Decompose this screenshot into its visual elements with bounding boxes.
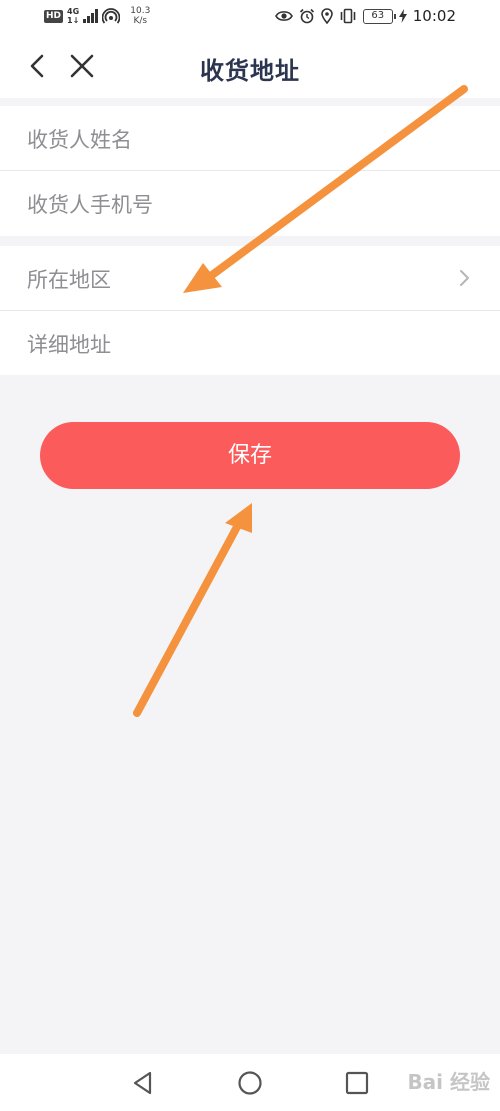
system-nav-bar: Bai 经验	[0, 1054, 500, 1111]
chevron-right-icon	[460, 270, 469, 286]
hd-badge: HD	[44, 9, 64, 23]
alarm-icon	[299, 8, 314, 24]
contact-form-group: 收货人姓名 收货人手机号	[0, 106, 500, 236]
network-type-top: 4G	[67, 7, 80, 16]
annotation-arrow-save	[133, 503, 252, 717]
watermark: Bai 经验	[407, 1070, 490, 1094]
eye-icon	[274, 11, 293, 21]
signal-icon	[83, 9, 99, 23]
address-form-group: 所在地区 详细地址	[0, 246, 500, 375]
app-header: 收货地址	[0, 36, 500, 98]
network-speed-value: 10.3	[130, 6, 151, 16]
nav-home-icon[interactable]	[237, 1070, 263, 1096]
save-button[interactable]: 保存	[40, 422, 460, 489]
charging-icon	[398, 9, 407, 23]
location-icon	[320, 8, 333, 24]
recipient-phone-placeholder: 收货人手机号	[27, 193, 153, 217]
page-title: 收货地址	[200, 56, 300, 85]
recipient-name-field[interactable]: 收货人姓名	[0, 106, 500, 171]
battery-indicator: 63	[362, 8, 396, 24]
recipient-name-placeholder: 收货人姓名	[27, 128, 132, 152]
vibrate-icon	[340, 8, 356, 24]
clock: 10:02	[412, 7, 456, 25]
nav-recent-apps-icon[interactable]	[344, 1070, 370, 1096]
region-placeholder: 所在地区	[27, 268, 111, 292]
network-speed: 10.3 K/s	[130, 6, 150, 26]
network-speed-unit: K/s	[133, 16, 148, 26]
detail-address-field[interactable]: 详细地址	[0, 311, 500, 376]
nav-back-icon[interactable]	[130, 1070, 156, 1096]
status-left: HD 4G 1↓ 10.3 K/s	[44, 6, 150, 26]
region-selector[interactable]: 所在地区	[0, 246, 500, 311]
hotspot-icon	[102, 8, 121, 24]
status-right: 63 10:02	[274, 7, 456, 25]
detail-address-placeholder: 详细地址	[27, 333, 111, 357]
recipient-phone-field[interactable]: 收货人手机号	[0, 171, 500, 236]
network-type-bottom: 1↓	[67, 16, 80, 25]
status-bar: HD 4G 1↓ 10.3 K/s 63 10:02	[0, 0, 500, 36]
network-type: 4G 1↓	[67, 7, 79, 25]
